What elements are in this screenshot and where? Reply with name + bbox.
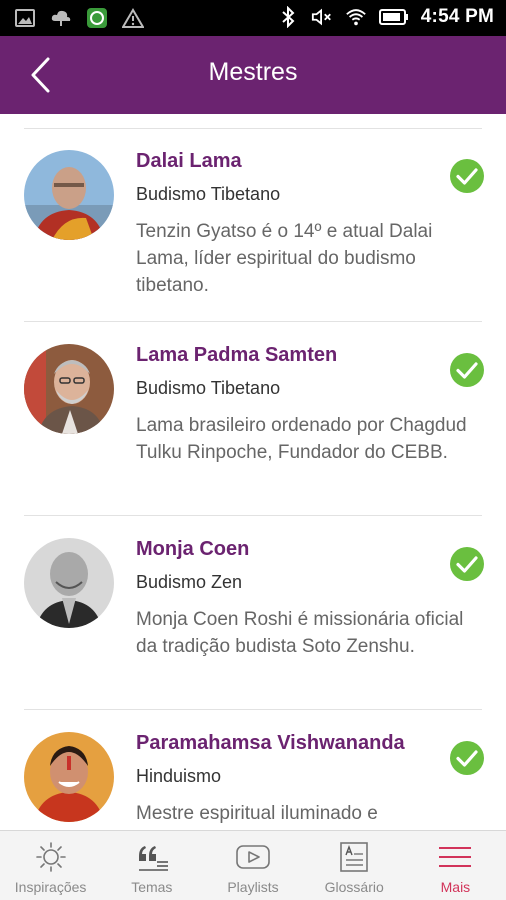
master-name: Lama Padma Samten — [136, 344, 338, 366]
glossary-icon — [336, 841, 372, 873]
check-icon[interactable] — [449, 158, 485, 194]
list-item[interactable]: Dalai Lama Budismo Tibetano Tenzin Gyats… — [0, 128, 506, 322]
master-tradition: Hinduismo — [136, 766, 222, 786]
bottom-nav: Inspirações Temas Playlists Glossário Ma… — [0, 830, 506, 900]
master-name: Dalai Lama — [136, 150, 242, 172]
sun-icon — [33, 841, 69, 873]
menu-icon — [437, 841, 473, 873]
bluetooth-icon — [277, 6, 299, 28]
quote-icon — [134, 841, 170, 873]
check-icon[interactable] — [449, 740, 485, 776]
master-tradition: Budismo Zen — [136, 572, 243, 592]
check-icon[interactable] — [449, 546, 485, 582]
battery-icon — [378, 6, 409, 28]
list-item[interactable]: Monja Coen Budismo Zen Monja Coen Roshi … — [0, 516, 506, 710]
tab-inspiracoes[interactable]: Inspirações — [0, 831, 101, 900]
masters-list[interactable]: Dalai Lama Budismo Tibetano Tenzin Gyats… — [0, 114, 506, 830]
status-bar: 4:54 PM — [0, 0, 506, 36]
mute-icon — [311, 6, 333, 28]
image-icon — [14, 7, 36, 29]
play-icon — [235, 841, 271, 873]
tab-glossario[interactable]: Glossário — [304, 831, 405, 900]
list-item[interactable]: Paramahamsa Vishwananda Hinduismo Mestre… — [0, 710, 506, 830]
app-notification-icon — [86, 7, 108, 29]
master-description: Lama brasileiro ordenado por Chagdud Tul… — [136, 415, 467, 463]
tab-label: Glossário — [324, 879, 384, 895]
master-tradition: Budismo Tibetano — [136, 378, 281, 398]
master-description: Tenzin Gyatso é o 14º e atual Dalai Lama… — [136, 221, 433, 296]
wifi-icon — [345, 6, 367, 28]
avatar — [24, 344, 114, 434]
master-description: Mestre espiritual iluminado e — [136, 803, 378, 824]
avatar — [24, 150, 114, 240]
tab-label: Mais — [440, 879, 471, 895]
cloud-icon — [50, 7, 72, 29]
avatar — [24, 538, 114, 628]
tab-label: Inspirações — [14, 879, 87, 895]
avatar — [24, 732, 114, 822]
tab-playlists[interactable]: Playlists — [202, 831, 303, 900]
app-bar: Mestres — [0, 36, 506, 114]
tab-temas[interactable]: Temas — [101, 831, 202, 900]
master-name: Monja Coen — [136, 538, 250, 560]
tab-mais[interactable]: Mais — [405, 831, 506, 900]
check-icon[interactable] — [449, 352, 485, 388]
page-title: Mestres — [208, 58, 298, 86]
list-item[interactable]: Lama Padma Samten Budismo Tibetano Lama … — [0, 322, 506, 516]
tab-label: Playlists — [227, 879, 279, 895]
master-tradition: Budismo Tibetano — [136, 184, 281, 204]
warning-icon — [122, 7, 144, 29]
master-description: Monja Coen Roshi é missionária oficial d… — [136, 609, 464, 657]
tab-label: Temas — [131, 879, 173, 895]
clock: 4:54 PM — [420, 6, 494, 27]
master-name: Paramahamsa Vishwananda — [136, 732, 405, 754]
